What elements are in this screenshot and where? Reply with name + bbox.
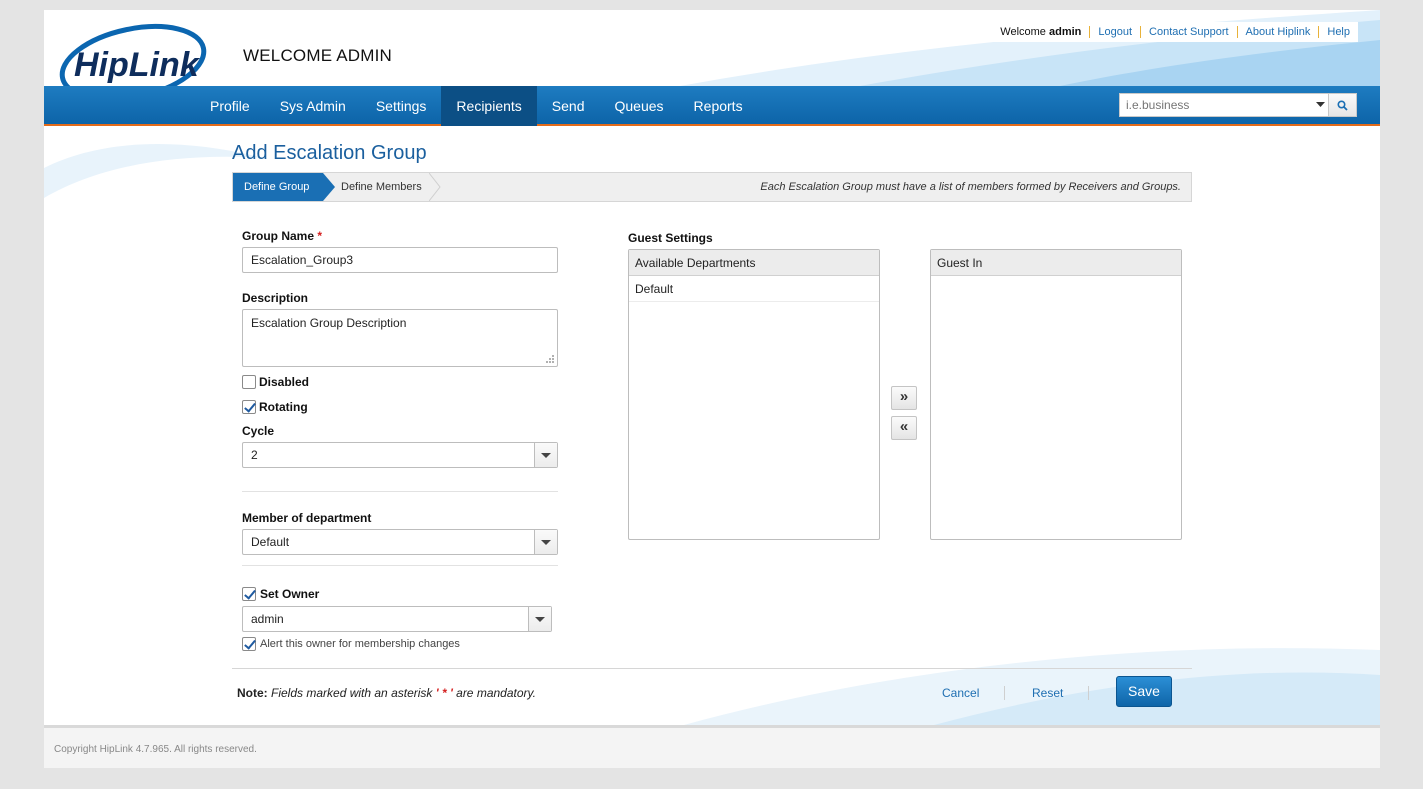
copyright-text: Copyright HipLink 4.7.965. All rights re… [54,744,257,755]
guest-in-list: Guest In [930,249,1182,540]
step-arrow-active [323,173,335,201]
group-name-label: Group Name * [242,229,323,243]
help-link[interactable]: Help [1318,26,1358,38]
step-note: Each Escalation Group must have a list o… [760,181,1181,193]
set-owner-checkbox[interactable] [242,587,256,601]
description-textarea[interactable]: Escalation Group Description [242,309,558,367]
member-dept-value: Default [251,535,290,549]
step-bar: Define Group Define Members Each Escalat… [232,172,1192,202]
step-define-members[interactable]: Define Members [341,173,422,201]
top-links: Welcome admin Logout Contact Support Abo… [988,22,1358,42]
cancel-button[interactable]: Cancel [942,686,979,700]
guest-in-header: Guest In [931,250,1181,276]
logout-link[interactable]: Logout [1089,26,1140,38]
search-button[interactable] [1328,94,1356,116]
owner-select[interactable]: admin [242,606,552,632]
resize-grip-icon[interactable] [545,354,555,364]
header: HipLink WELCOME ADMIN Welcome admin Logo… [44,10,1380,86]
content-swoosh-left [44,144,264,198]
page-footer: Copyright HipLink 4.7.965. All rights re… [44,725,1380,768]
welcome-title: WELCOME ADMIN [243,46,393,65]
step-arrow [429,173,441,201]
rotating-checkbox[interactable] [242,400,256,414]
separator [1004,686,1005,700]
search-scope-dropdown[interactable] [1312,94,1328,116]
nav-item-send[interactable]: Send [537,86,600,126]
nav-item-settings[interactable]: Settings [361,86,442,126]
disabled-label: Disabled [259,375,310,389]
divider [242,491,558,492]
description-label: Description [242,291,309,305]
step-define-group[interactable]: Define Group [233,173,323,201]
remove-from-guest-button[interactable]: « [891,416,917,440]
logo-text: HipLink [74,46,201,84]
alert-owner-label: Alert this owner for membership changes [260,638,460,650]
mandatory-note: Note: Fields marked with an asterisk ' *… [237,686,536,700]
save-button[interactable]: Save [1116,676,1172,707]
hiplink-logo[interactable]: HipLink [58,18,208,86]
chevron-down-icon [534,530,557,554]
welcome-user: Welcome admin [1000,26,1082,38]
about-hiplink-link[interactable]: About Hiplink [1236,26,1319,38]
reset-button[interactable]: Reset [1032,686,1063,700]
contact-support-link[interactable]: Contact Support [1140,26,1237,38]
list-item[interactable]: Default [629,276,879,302]
cycle-label: Cycle [242,424,275,438]
nav-item-reports[interactable]: Reports [679,86,758,126]
app-frame: HipLink WELCOME ADMIN Welcome admin Logo… [44,10,1380,768]
divider [242,565,558,566]
chevron-down-icon [528,607,551,631]
available-departments-header: Available Departments [629,250,879,276]
required-mark: * [317,229,323,243]
cycle-value: 2 [251,448,258,462]
available-departments-list: Available Departments Default [628,249,880,540]
nav-search [1119,93,1357,117]
search-icon [1337,99,1348,111]
cycle-select[interactable]: 2 [242,442,558,468]
owner-value: admin [251,612,284,626]
alert-owner-checkbox[interactable] [242,637,256,651]
member-dept-select[interactable]: Default [242,529,558,555]
set-owner-label: Set Owner [260,587,320,601]
nav-item-sys-admin[interactable]: Sys Admin [265,86,361,126]
member-dept-label: Member of department [242,511,372,525]
divider [232,668,1192,669]
page-title: Add Escalation Group [232,142,427,164]
chevron-down-icon [1315,102,1325,107]
search-input[interactable] [1120,94,1312,116]
guest-settings-label: Guest Settings [628,231,713,245]
nav-item-recipients[interactable]: Recipients [441,86,537,126]
disabled-checkbox[interactable] [242,375,256,389]
rotating-label: Rotating [259,400,308,414]
nav-item-queues[interactable]: Queues [600,86,679,126]
separator [1088,686,1089,700]
main-nav: Profile Sys Admin Settings Recipients Se… [44,86,1380,126]
add-to-guest-button[interactable]: » [891,386,917,410]
nav-item-profile[interactable]: Profile [195,86,265,126]
content-swoosh-bottom [684,648,1380,725]
chevron-down-icon [534,443,557,467]
group-name-input[interactable] [242,247,558,273]
